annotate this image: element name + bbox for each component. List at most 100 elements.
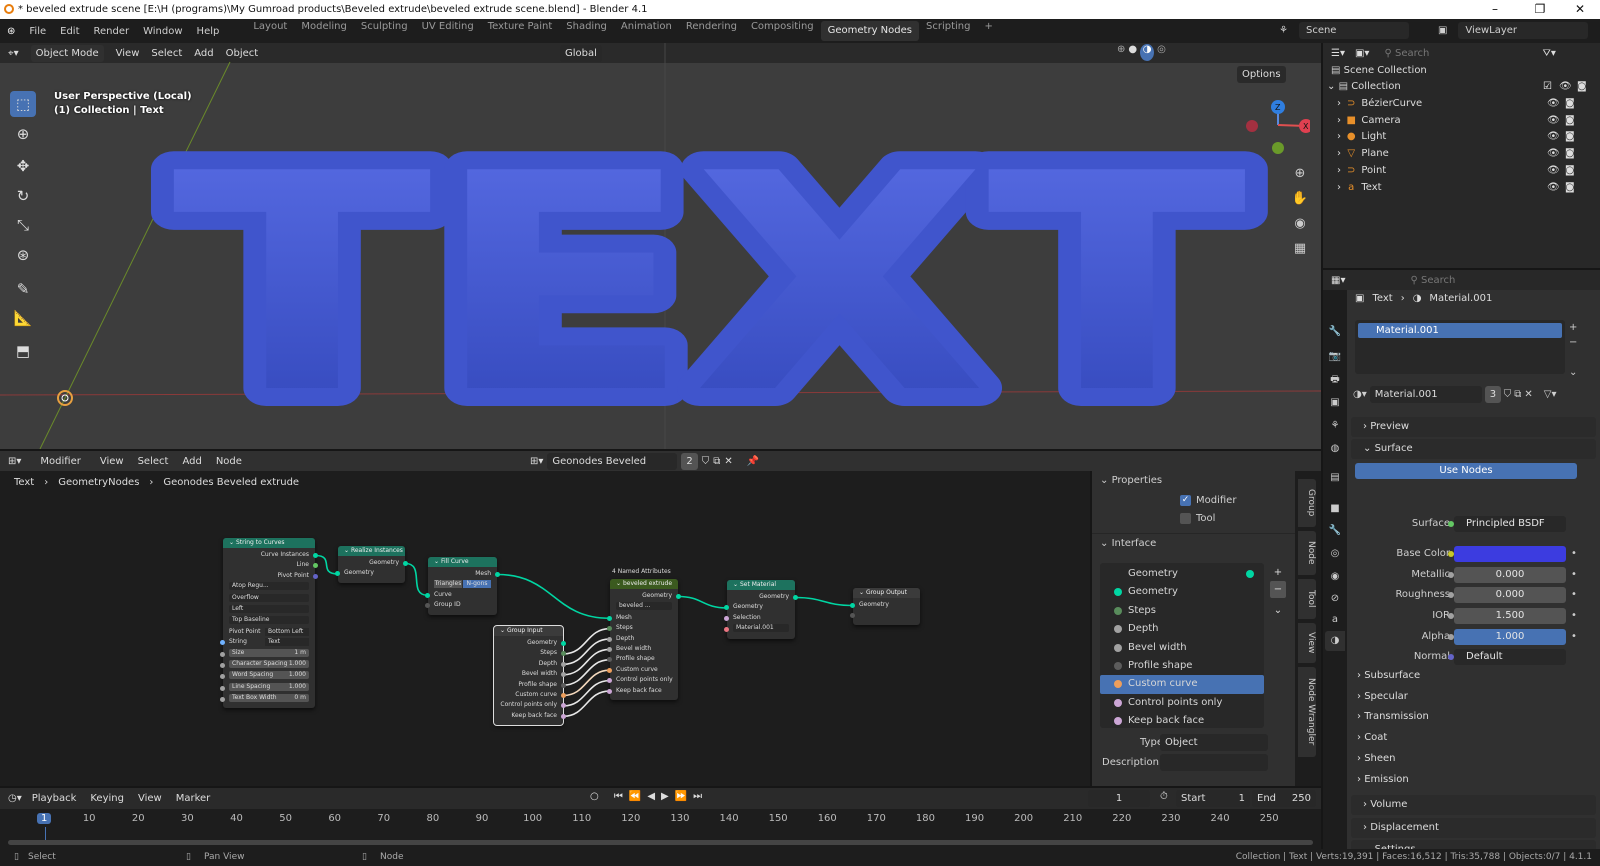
property-value[interactable]: 0.000 — [1454, 587, 1566, 603]
subpanel-header[interactable]: › Transmission — [1357, 707, 1429, 727]
output-icon[interactable]: 🖶 — [1325, 370, 1345, 390]
particles-icon[interactable]: ◎ — [1325, 544, 1345, 564]
modifier-checkbox[interactable]: ✓ Modifier — [1180, 495, 1236, 506]
timeline[interactable]: ◷▾ Playback Keying View Marker ○ ⏮⏪◀▶⏩⏭ 1 ⏱… — [0, 788, 1321, 849]
workspace-tab[interactable]: Scripting — [919, 21, 977, 41]
node-menu-node[interactable]: Node — [216, 456, 242, 467]
select-box-icon[interactable]: ⬚ — [10, 91, 36, 118]
number-field[interactable]: Line Spacing 1.000 — [229, 682, 309, 691]
start-frame-field[interactable]: Start 1 — [1176, 790, 1250, 807]
node-menu-add[interactable]: Add — [182, 456, 201, 467]
workspace-tab[interactable]: Animation — [614, 21, 679, 41]
fake-user-icon[interactable]: ⛉ — [1504, 389, 1512, 400]
node-dropdown[interactable]: Top Baseline — [229, 616, 309, 625]
type-dropdown[interactable]: Object — [1160, 734, 1268, 751]
eye-icon[interactable]: 👁 — [1547, 180, 1560, 196]
keyframe-dot-icon[interactable]: • — [1571, 606, 1577, 626]
menu-help[interactable]: Help — [190, 26, 227, 37]
properties-search[interactable]: ⚲ Search — [1405, 271, 1501, 289]
subpanel-header[interactable]: › Subsurface — [1357, 666, 1420, 686]
constraints-icon[interactable]: ⊘ — [1325, 589, 1345, 609]
playhead-frame[interactable]: 1 — [37, 813, 52, 824]
view-layer-icon[interactable]: ▣ — [1325, 393, 1345, 413]
view-layer-selector[interactable]: ViewLayer — [1458, 22, 1589, 39]
subpanel-header[interactable]: › Coat — [1357, 728, 1387, 748]
camera-render-icon[interactable]: ◙ — [1565, 163, 1575, 179]
node-dropdown[interactable]: Material.001 — [733, 624, 789, 633]
link-icon[interactable]: ▽▾ — [1544, 389, 1557, 400]
socket[interactable] — [335, 571, 340, 577]
socket[interactable] — [561, 641, 566, 646]
interface-input-item[interactable]: Bevel width — [1100, 639, 1264, 657]
workspace-tab[interactable]: Texture Paint — [481, 21, 560, 41]
node-tree-name[interactable]: Geonodes Beveled extrude — [547, 452, 678, 484]
editor-type-icon[interactable]: ▦▾ — [1331, 275, 1345, 286]
node-dropdown[interactable]: Atop Regu... — [229, 582, 309, 591]
outliner-item[interactable]: › ● Light 👁 ◙ — [1337, 129, 1599, 145]
interface-list[interactable]: Geometry Geometry Steps Depth Bevel width Pro… — [1100, 563, 1264, 728]
timeline-scrollbar[interactable] — [8, 840, 1313, 845]
socket[interactable] — [495, 572, 500, 577]
outliner-item[interactable]: › ⊃ BézierCurve 👁 ◙ — [1337, 96, 1599, 112]
property-value[interactable]: 0.000 — [1454, 567, 1566, 583]
socket[interactable] — [220, 640, 225, 646]
camera-view-icon[interactable]: ◉ — [1290, 211, 1310, 236]
scene-selector[interactable]: Scene — [1298, 22, 1409, 39]
node-bevel[interactable]: 4 Named Attributes ⌄ beveled extrude Geome… — [607, 568, 681, 700]
material-browse-icon[interactable]: ◑▾ — [1353, 389, 1367, 400]
collection-row[interactable]: ⌄ ▤ Collection ☑ 👁 ◙ — [1327, 79, 1597, 95]
render-icon[interactable]: 📷 — [1325, 347, 1345, 367]
3d-text-object[interactable]: TEXT — [154, 92, 1267, 449]
socket[interactable] — [220, 697, 225, 703]
socket[interactable] — [561, 692, 566, 698]
view-layer-icon[interactable]: ▣ — [1431, 25, 1454, 36]
outliner-item[interactable]: › ■ Camera 👁 ◙ — [1337, 113, 1599, 129]
socket[interactable] — [724, 615, 729, 621]
move-icon[interactable]: ✥ — [10, 153, 36, 179]
socket[interactable] — [607, 626, 612, 632]
preview-panel-header[interactable]: › Preview — [1351, 417, 1596, 437]
physics-icon[interactable]: ◉ — [1325, 567, 1345, 587]
unlink-icon[interactable]: ✕ — [724, 456, 732, 467]
workspace-tab[interactable]: Layout — [246, 21, 294, 41]
measure-icon[interactable]: 📐 — [10, 305, 36, 331]
interface-input-item[interactable]: Steps — [1100, 602, 1264, 620]
close-window-button[interactable]: ✕ — [1565, 0, 1595, 19]
workspace-tab[interactable]: + — [977, 21, 999, 41]
menu-file[interactable]: File — [22, 26, 53, 37]
socket[interactable] — [607, 657, 612, 663]
rotate-icon[interactable]: ↻ — [10, 183, 36, 209]
checkbox-unchecked-icon[interactable] — [1180, 513, 1191, 524]
node-header[interactable]: ⌄ beveled extrude — [610, 579, 678, 589]
remove-item-button[interactable]: − — [1270, 581, 1286, 598]
move-menu-button[interactable]: ⌄ — [1270, 602, 1286, 619]
checkbox-checked-icon[interactable]: ✓ — [1180, 495, 1191, 506]
end-frame-field[interactable]: End 250 — [1252, 790, 1316, 807]
socket[interactable] — [220, 662, 225, 668]
modifier-icon[interactable]: 🔧 — [1325, 521, 1345, 541]
eye-icon[interactable]: 👁 — [1559, 79, 1572, 95]
subpanel-header[interactable]: › Sheen — [1357, 749, 1396, 769]
subpanel-header[interactable]: › Specular — [1357, 687, 1408, 707]
socket[interactable] — [561, 713, 566, 719]
socket[interactable] — [607, 636, 612, 642]
workspace-tab[interactable]: Shading — [559, 21, 614, 41]
keyframe-dot-icon[interactable]: • — [1571, 627, 1577, 647]
eye-icon[interactable]: 👁 — [1547, 96, 1560, 112]
node-tree-type-dropdown[interactable]: Modifier — [35, 452, 86, 470]
socket[interactable] — [607, 615, 612, 621]
property-value[interactable]: Default — [1454, 649, 1566, 665]
node-menu-view[interactable]: View — [100, 456, 124, 467]
socket[interactable] — [403, 561, 408, 566]
duplicate-icon[interactable]: ⧉ — [1514, 389, 1521, 400]
timeline-menu-view[interactable]: View — [138, 793, 162, 804]
display-mode-icon[interactable]: ▣▾ — [1355, 48, 1369, 59]
property-value[interactable]: Principled BSDF — [1454, 516, 1566, 532]
mode-triangles[interactable]: Triangles — [434, 580, 462, 589]
node-canvas[interactable]: Text › GeometryNodes › Geonodes Beveled extr… — [0, 471, 1090, 786]
socket[interactable] — [724, 627, 729, 633]
outliner-item[interactable]: › ⊃ Point 👁 ◙ — [1337, 163, 1599, 179]
interface-output-item[interactable]: Geometry — [1100, 565, 1264, 583]
field-value[interactable]: Text — [265, 638, 309, 647]
exclude-checkbox[interactable]: ☑ — [1543, 79, 1552, 95]
